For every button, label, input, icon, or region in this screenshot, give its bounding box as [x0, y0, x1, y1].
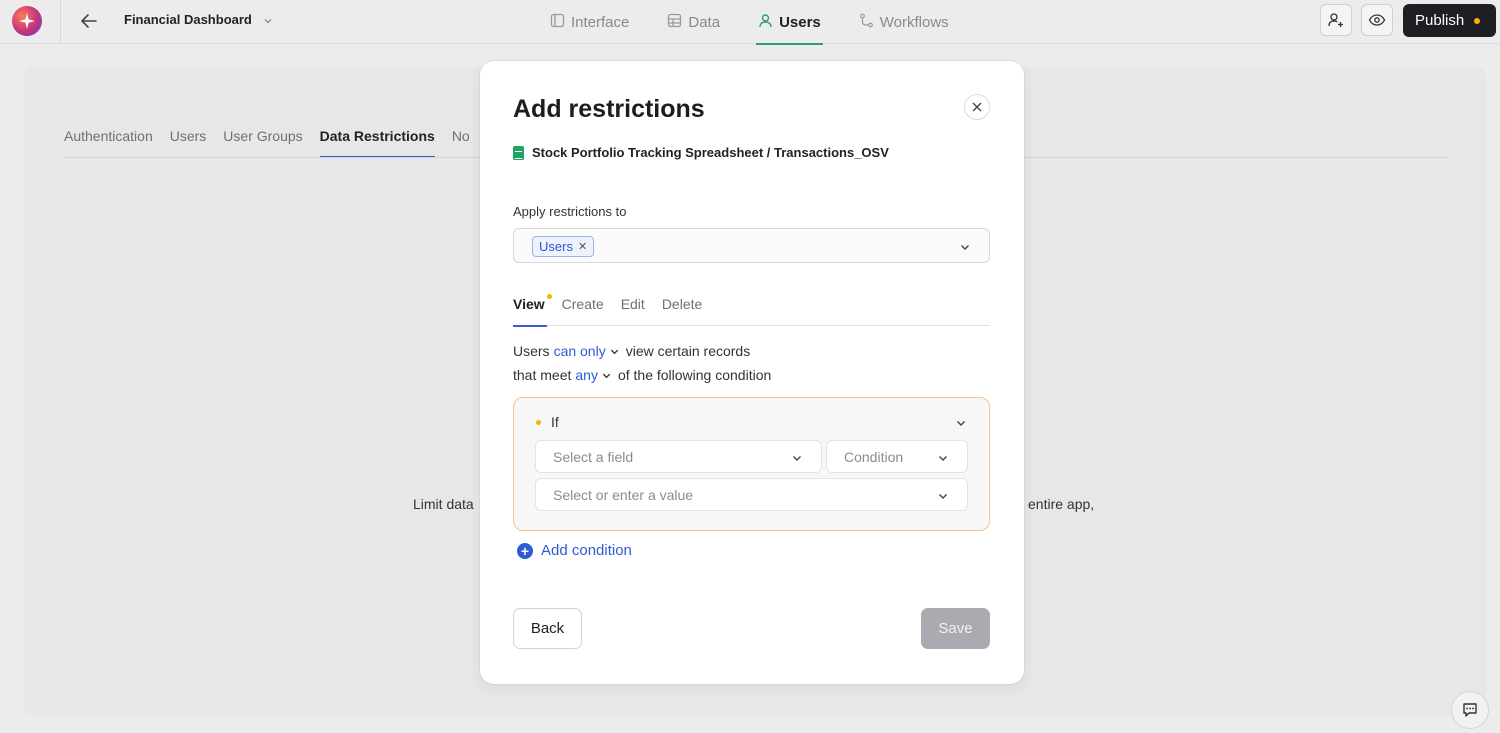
rule-meet-suffix: of the following condition — [617, 367, 772, 383]
tab-users[interactable]: Users — [756, 0, 823, 45]
value-select-placeholder: Select or enter a value — [553, 486, 694, 503]
main-nav: Interface Data Users Workflows — [548, 0, 985, 45]
settings-sub-tabs: Authentication Users User Groups Data Re… — [64, 128, 470, 158]
rule-action: view certain records — [625, 343, 751, 359]
chevron-down-icon — [937, 451, 949, 467]
rule-subject: Users — [513, 343, 550, 359]
chat-support-button[interactable] — [1451, 691, 1489, 729]
chevron-down-icon — [791, 451, 803, 467]
if-label: If — [551, 414, 559, 430]
app-logo[interactable] — [12, 6, 42, 36]
rule-sentence-1: Users can only view certain records — [513, 343, 750, 359]
sub-tab-notifications[interactable]: No — [452, 128, 470, 158]
sub-tab-data-restrictions[interactable]: Data Restrictions — [319, 128, 435, 158]
publish-button[interactable]: Publish — [1403, 4, 1496, 37]
back-arrow-icon[interactable] — [78, 10, 100, 32]
chat-icon — [1463, 703, 1477, 717]
chevron-down-icon[interactable] — [959, 240, 971, 258]
chevron-down-icon — [937, 489, 949, 505]
apply-restrictions-select[interactable]: Users ✕ — [513, 228, 990, 263]
layout-icon — [550, 13, 565, 32]
tab-edit[interactable]: Edit — [621, 294, 645, 326]
match-mode-value: any — [575, 367, 598, 383]
modified-dot — [546, 294, 552, 299]
access-mode-dropdown[interactable]: can only — [554, 343, 620, 359]
invite-user-button[interactable] — [1320, 4, 1352, 36]
tab-workflows[interactable]: Workflows — [857, 0, 951, 44]
spreadsheet-icon — [513, 145, 524, 160]
preview-button[interactable] — [1361, 4, 1393, 36]
value-select[interactable]: Select or enter a value — [535, 478, 968, 511]
tab-delete[interactable]: Delete — [662, 294, 702, 326]
field-select[interactable]: Select a field — [535, 440, 822, 473]
tab-view[interactable]: View — [513, 294, 552, 327]
table-icon — [667, 13, 682, 32]
background-description-right: entire app, — [1028, 496, 1095, 512]
chevron-down-icon — [602, 373, 611, 378]
background-description-left: Limit data — [413, 496, 474, 512]
tab-label: Data — [688, 13, 721, 31]
rule-sentence-2: that meet any of the following condition — [513, 367, 771, 383]
close-button[interactable] — [964, 94, 990, 120]
publish-label: Publish — [1415, 12, 1465, 29]
sparkle-icon — [19, 13, 35, 29]
tab-create[interactable]: Create — [562, 294, 604, 326]
condition-group: If Select a field Condition Select or en… — [513, 397, 990, 531]
sub-tab-authentication[interactable]: Authentication — [64, 128, 153, 158]
topbar-divider — [60, 0, 61, 44]
back-button[interactable]: Back — [513, 608, 582, 649]
data-source-label: Stock Portfolio Tracking Spreadsheet / T… — [532, 145, 889, 160]
selected-chip-users: Users ✕ — [532, 236, 595, 257]
data-source: Stock Portfolio Tracking Spreadsheet / T… — [513, 145, 889, 160]
sub-tab-users[interactable]: Users — [170, 128, 207, 158]
tab-label: View — [513, 296, 545, 312]
rule-meet-prefix: that meet — [513, 367, 572, 383]
access-mode-value: can only — [553, 343, 606, 359]
add-restrictions-modal: Add restrictions Stock Portfolio Trackin… — [480, 61, 1024, 684]
tab-label: Users — [779, 13, 821, 31]
user-plus-icon — [1328, 13, 1343, 27]
save-button[interactable]: Save — [921, 608, 990, 649]
tab-label: Interface — [571, 13, 630, 31]
user-icon — [758, 13, 773, 32]
sub-tab-user-groups[interactable]: User Groups — [223, 128, 302, 158]
add-condition-label: Add condition — [541, 542, 632, 559]
modal-title: Add restrictions — [513, 95, 705, 123]
tab-data[interactable]: Data — [665, 0, 722, 44]
field-select-placeholder: Select a field — [553, 448, 634, 465]
tab-label: Workflows — [879, 13, 949, 31]
condition-if-header: If — [536, 414, 559, 430]
chevron-down-icon[interactable] — [262, 14, 274, 32]
chevron-down-icon — [610, 349, 618, 354]
condition-select[interactable]: Condition — [826, 440, 968, 473]
add-condition-button[interactable]: + Add condition — [517, 542, 632, 559]
chip-label: Users — [539, 239, 573, 254]
unpublished-indicator — [1474, 17, 1481, 24]
close-icon — [972, 102, 982, 112]
incomplete-dot — [536, 419, 541, 425]
remove-chip-icon[interactable]: ✕ — [578, 240, 587, 253]
condition-select-placeholder: Condition — [844, 448, 904, 465]
eye-icon — [1368, 14, 1386, 26]
collapse-chevron-icon[interactable] — [955, 416, 967, 434]
match-mode-dropdown[interactable]: any — [575, 367, 612, 383]
tab-interface[interactable]: Interface — [548, 0, 631, 44]
workflow-icon — [859, 13, 874, 32]
app-title[interactable]: Financial Dashboard — [124, 12, 252, 27]
permission-tabs: View Create Edit Delete — [513, 294, 990, 327]
top-bar: Financial Dashboard Interface Data Users — [0, 0, 1500, 45]
apply-restrictions-label: Apply restrictions to — [513, 204, 627, 219]
plus-circle-icon: + — [517, 542, 533, 559]
